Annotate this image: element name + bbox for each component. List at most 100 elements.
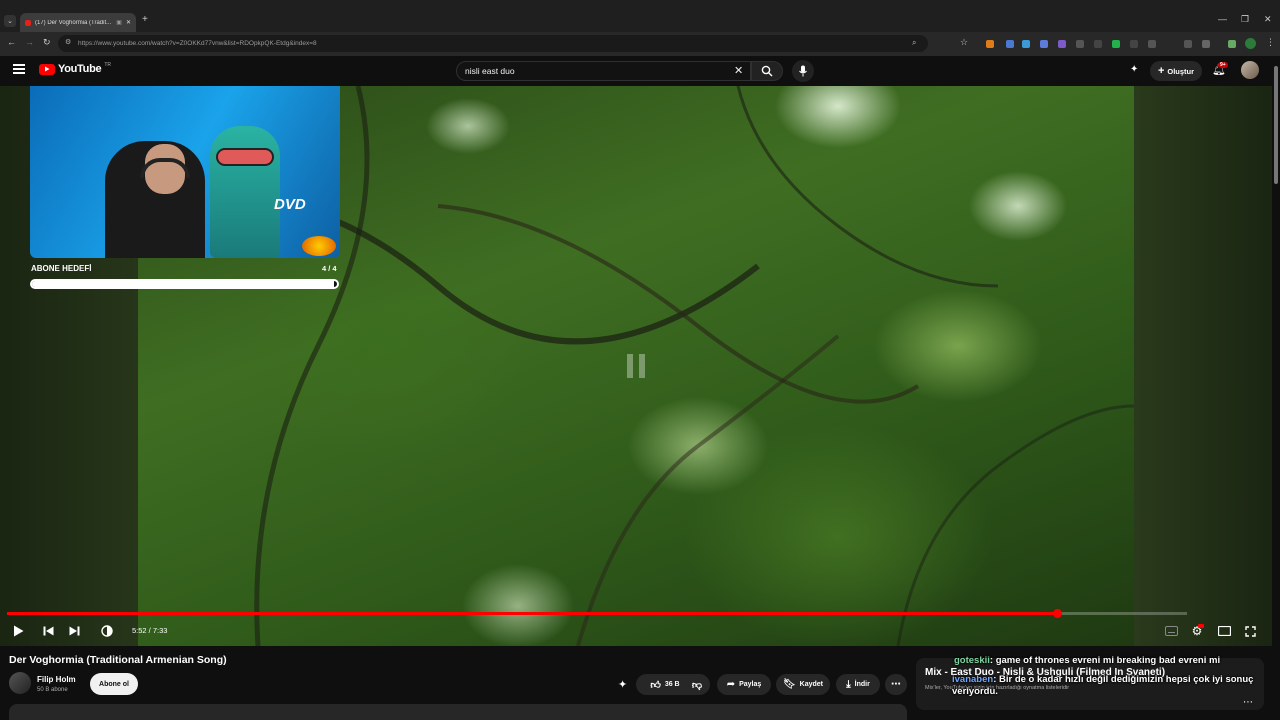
mascot-goggles bbox=[216, 148, 274, 166]
clear-search-icon[interactable]: ✕ bbox=[734, 64, 743, 77]
fullscreen-button[interactable] bbox=[1242, 623, 1258, 639]
bookmark-star-icon[interactable]: ☆ bbox=[960, 37, 968, 48]
extension-icon[interactable] bbox=[1228, 40, 1236, 48]
page-scrollbar-thumb[interactable] bbox=[1274, 66, 1278, 184]
channel-name[interactable]: Filip Holm bbox=[37, 675, 76, 684]
next-button[interactable] bbox=[66, 623, 82, 639]
restore-icon[interactable]: ❐ bbox=[1241, 14, 1249, 25]
subscriber-goal-count: 4 / 4 bbox=[322, 264, 337, 273]
search-query-text: nisli east duo bbox=[465, 66, 515, 76]
studio-clapper-icon[interactable]: ✦ bbox=[1130, 64, 1138, 75]
tab-title: (17) Der Voghormia (Tradit... bbox=[35, 19, 112, 26]
new-tab-icon[interactable]: + bbox=[142, 14, 148, 25]
create-button[interactable]: + Oluştur bbox=[1150, 61, 1202, 81]
create-label: Oluştur bbox=[1167, 66, 1195, 76]
dislike-button[interactable]: 👎︎ bbox=[684, 674, 710, 695]
description-box-edge bbox=[9, 704, 907, 720]
next-icon bbox=[69, 626, 79, 636]
extension-icon[interactable] bbox=[986, 40, 994, 48]
extension-icon[interactable] bbox=[1006, 40, 1014, 48]
video-title: Der Voghormia (Traditional Armenian Song… bbox=[9, 654, 227, 666]
subtitles-button[interactable] bbox=[1163, 623, 1179, 639]
youtube-favicon-icon bbox=[25, 19, 31, 26]
tab-mute-icon[interactable]: ▣ bbox=[116, 19, 122, 26]
profile-avatar[interactable] bbox=[1245, 38, 1256, 49]
seek-bar-played bbox=[7, 612, 1058, 615]
url-text: https://www.youtube.com/watch?v=Z0OKKd77… bbox=[78, 40, 317, 47]
hd-badge bbox=[1198, 624, 1204, 628]
chat-username: goteskii bbox=[954, 655, 990, 666]
subscriber-goal-label: ABONE HEDEFİ bbox=[31, 264, 92, 273]
extension-icon[interactable] bbox=[1130, 40, 1138, 48]
browser-tab[interactable]: (17) Der Voghormia (Tradit... ▣ ✕ bbox=[20, 13, 136, 32]
download-button[interactable]: ⤓ İndir bbox=[836, 674, 880, 695]
subscriber-goal-bar bbox=[30, 279, 339, 289]
chat-username: ivanaben bbox=[952, 674, 994, 685]
account-avatar[interactable] bbox=[1241, 61, 1259, 79]
play-button[interactable] bbox=[10, 623, 26, 639]
thumbs-down-icon: 👎︎ bbox=[691, 679, 703, 691]
chat-message: ivanaben: Bir de o kadar hızlı değil ded… bbox=[952, 674, 1262, 698]
more-actions-button[interactable]: ⋯ bbox=[885, 674, 907, 695]
settings-button[interactable]: ⚙ bbox=[1189, 623, 1205, 639]
hamburger-menu-icon[interactable] bbox=[13, 64, 25, 74]
thumbs-up-icon: 👍︎ bbox=[650, 679, 661, 691]
extension-icon[interactable] bbox=[1022, 40, 1030, 48]
subscriber-goal-fill bbox=[32, 281, 334, 287]
mascot-figure bbox=[210, 126, 280, 258]
tab-close-icon[interactable]: ✕ bbox=[126, 19, 131, 26]
zoom-icon[interactable]: ⌕ bbox=[912, 38, 916, 48]
extension-icon[interactable] bbox=[1184, 40, 1192, 48]
extension-icon[interactable] bbox=[1112, 40, 1120, 48]
chat-text: : game of thrones evreni mi breaking bad… bbox=[989, 655, 1221, 666]
subscriber-count: 50 B abone bbox=[37, 687, 68, 693]
video-player[interactable]: DVD ABONE HEDEFİ 4 / 4 bbox=[0, 86, 1272, 646]
video-letterbox-right bbox=[1134, 86, 1272, 646]
subscribe-button[interactable]: Abone ol bbox=[90, 673, 138, 695]
like-count: 36 B bbox=[664, 681, 680, 688]
extensions-puzzle-icon[interactable] bbox=[1202, 40, 1210, 48]
channel-avatar[interactable] bbox=[9, 672, 31, 694]
reload-icon[interactable]: ↻ bbox=[43, 37, 51, 48]
microphone-icon bbox=[799, 65, 807, 77]
save-button[interactable]: 🔖︎ Kaydet bbox=[776, 674, 830, 695]
volume-button[interactable] bbox=[99, 623, 115, 639]
search-input[interactable]: nisli east duo ✕ bbox=[456, 61, 751, 81]
theater-mode-button[interactable] bbox=[1216, 623, 1232, 639]
forward-icon[interactable]: → bbox=[25, 37, 34, 47]
youtube-logo-text: YouTube bbox=[58, 63, 102, 75]
search-button[interactable] bbox=[751, 61, 783, 81]
browser-menu-icon[interactable]: ⋮ bbox=[1266, 37, 1275, 48]
url-field[interactable]: ⚙ https://www.youtube.com/watch?v=Z0OKKd… bbox=[58, 35, 928, 52]
tab-list-dropdown-icon[interactable]: ⌄ bbox=[4, 15, 16, 27]
search-icon bbox=[761, 65, 773, 77]
extension-icon[interactable] bbox=[1058, 40, 1066, 48]
play-icon bbox=[13, 625, 23, 637]
youtube-logo[interactable]: YouTube TR bbox=[39, 62, 111, 75]
seek-bar[interactable] bbox=[7, 612, 1187, 615]
extension-icon[interactable] bbox=[1148, 40, 1156, 48]
back-icon[interactable]: ← bbox=[7, 37, 16, 47]
ask-ai-sparkle-icon[interactable]: ✦ bbox=[618, 678, 627, 691]
theater-icon bbox=[1217, 626, 1231, 636]
share-arrow-icon: ➦ bbox=[726, 679, 736, 690]
subtitles-icon bbox=[1164, 626, 1178, 636]
region-code: TR bbox=[104, 62, 111, 68]
share-button[interactable]: ➦ Paylaş bbox=[717, 674, 771, 695]
voice-search-button[interactable] bbox=[792, 60, 814, 82]
volume-icon bbox=[101, 625, 113, 637]
time-display: 5:52 / 7:33 bbox=[132, 626, 168, 635]
download-icon: ⤓ bbox=[846, 679, 851, 690]
previous-button[interactable] bbox=[40, 623, 56, 639]
close-window-icon[interactable]: ✕ bbox=[1264, 14, 1272, 25]
download-label: İndir bbox=[854, 681, 870, 688]
notification-badge: 9+ bbox=[1218, 62, 1228, 68]
playlist-more-icon[interactable]: ⋯ bbox=[1243, 697, 1253, 708]
chat-message: goteskii: game of thrones evreni mi brea… bbox=[954, 655, 1254, 666]
site-info-icon[interactable]: ⚙ bbox=[65, 38, 71, 46]
extension-icon[interactable] bbox=[1040, 40, 1048, 48]
extension-icon[interactable] bbox=[1094, 40, 1102, 48]
extension-icon[interactable] bbox=[1076, 40, 1084, 48]
minimize-icon[interactable]: — bbox=[1218, 14, 1227, 24]
bookmark-icon: 🔖︎ bbox=[782, 679, 796, 690]
